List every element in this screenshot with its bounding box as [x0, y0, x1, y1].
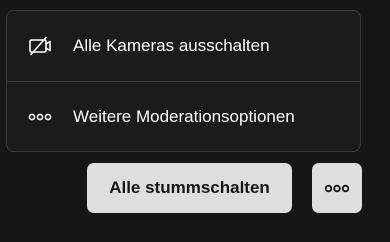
more-dots-icon — [324, 184, 350, 193]
menu-item-label: Weitere Moderationsoptionen — [73, 107, 295, 126]
moderation-menu: Alle Kameras ausschalten Weitere Moderat… — [6, 10, 361, 152]
more-options-button[interactable] — [312, 163, 362, 213]
camera-off-icon — [27, 35, 53, 57]
menu-item-label: Alle Kameras ausschalten — [73, 36, 270, 55]
menu-item-more-moderation-options[interactable]: Weitere Moderationsoptionen — [7, 82, 360, 152]
menu-item-disable-all-cameras[interactable]: Alle Kameras ausschalten — [7, 11, 360, 81]
mute-all-button[interactable]: Alle stummschalten — [87, 163, 292, 213]
more-dots-icon — [27, 106, 53, 128]
moderation-panel: Alle Kameras ausschalten Weitere Moderat… — [0, 0, 390, 242]
mute-all-label: Alle stummschalten — [109, 178, 270, 197]
